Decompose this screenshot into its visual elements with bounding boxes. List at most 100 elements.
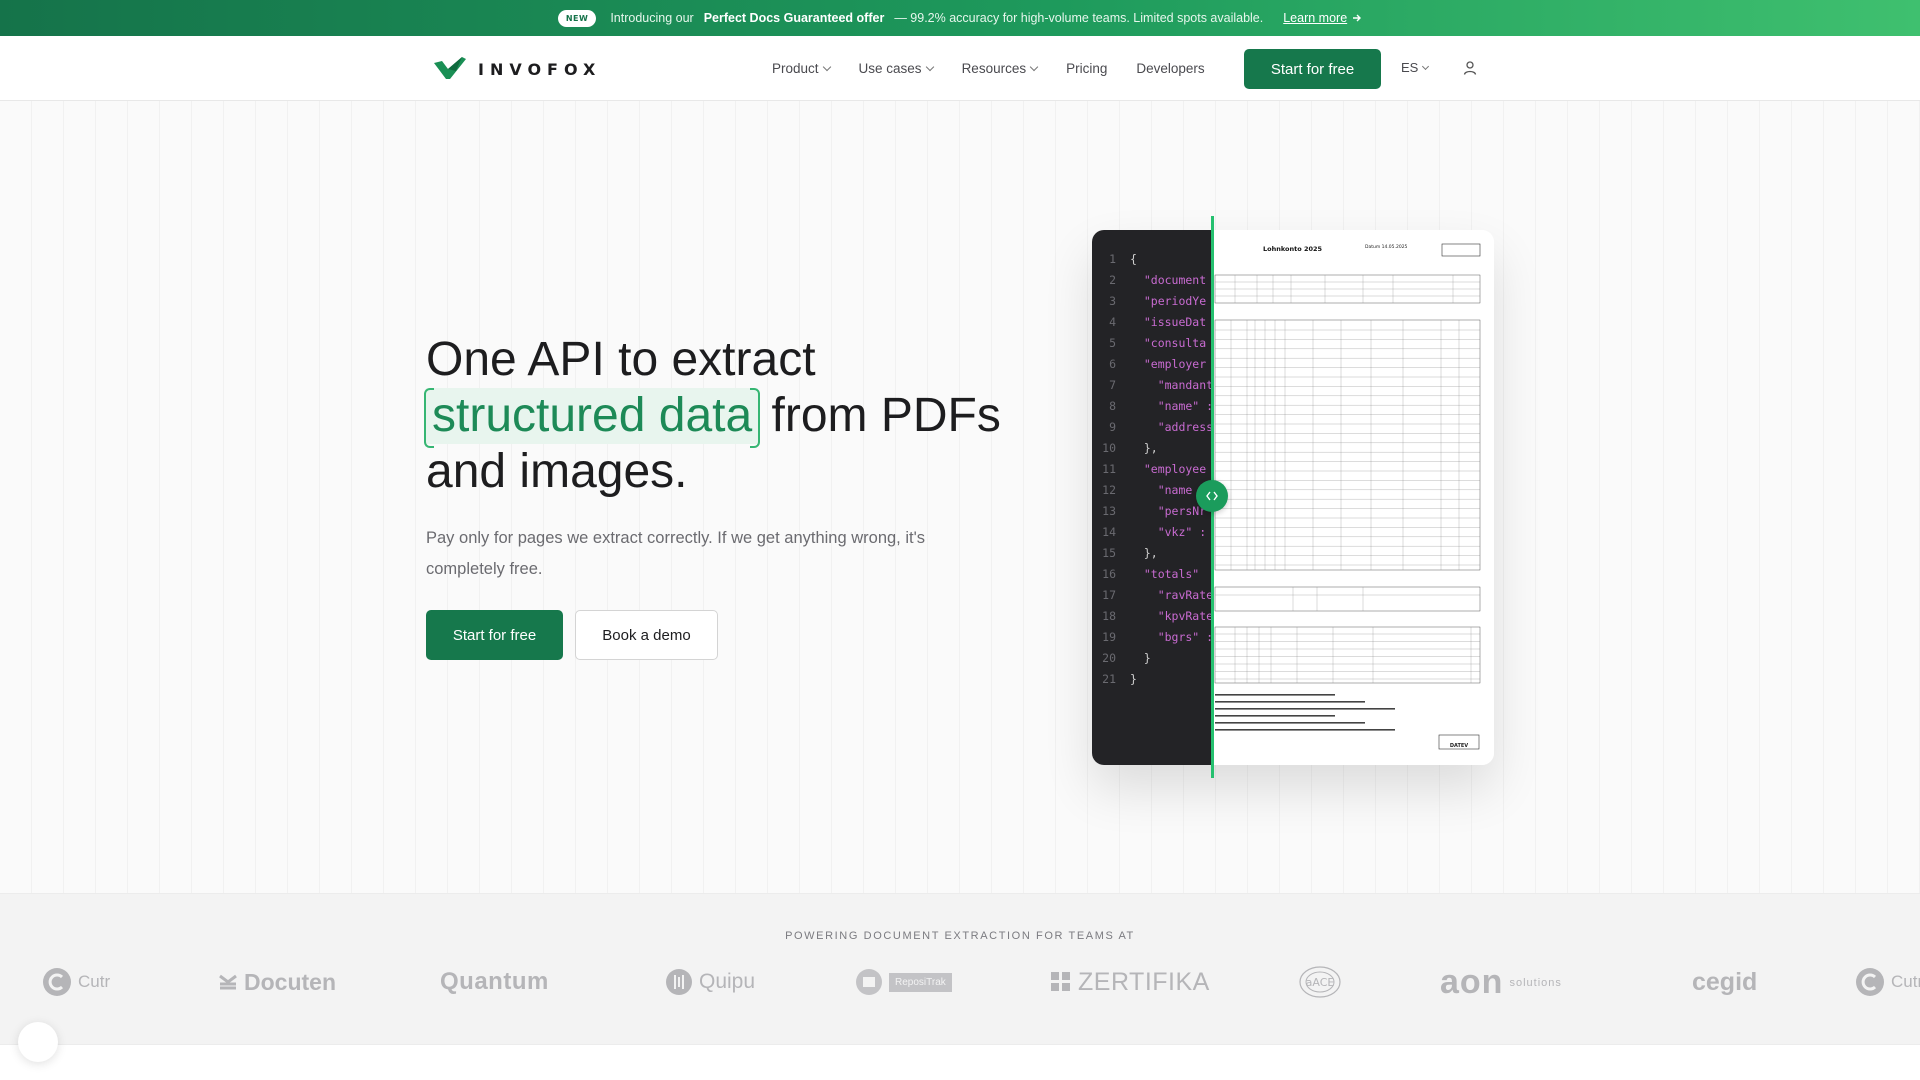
- code-text: "kpvRate: [1130, 609, 1213, 623]
- page-bottom: [0, 1045, 1920, 1080]
- line-number: 14: [1102, 525, 1116, 539]
- line-number: 13: [1102, 504, 1116, 518]
- code-text: "vkz" :: [1130, 525, 1207, 539]
- repositrak-logo-icon: [856, 969, 882, 995]
- code-text: {: [1130, 252, 1137, 266]
- code-line: 11 "employee: [1092, 462, 1206, 483]
- code-text: },: [1130, 441, 1158, 455]
- headline-line-2: structured data from PDFs: [423, 388, 1046, 448]
- headline-line-1: One API to extract: [426, 333, 816, 386]
- brand-logo[interactable]: INVOFOX: [434, 57, 601, 81]
- code-line: 9 "address: [1092, 420, 1213, 441]
- line-number: 6: [1109, 357, 1116, 371]
- book-demo-button[interactable]: Book a demo: [575, 610, 718, 660]
- chevron-down-icon: [925, 62, 934, 72]
- code-line: 8 "name" :: [1092, 399, 1213, 420]
- language-selector[interactable]: ES: [1401, 60, 1430, 75]
- code-text: "bgrs" :: [1130, 630, 1213, 644]
- line-number: 9: [1109, 420, 1116, 434]
- logo-docuten: Docuten: [218, 962, 336, 1002]
- logo-zertifika: ZERTIFIKA: [1050, 962, 1210, 1002]
- code-line: 18 "kpvRate: [1092, 609, 1213, 630]
- nav-item-resources[interactable]: Resources: [961, 61, 1039, 76]
- code-line: 15 },: [1092, 546, 1158, 567]
- line-number: 20: [1102, 651, 1116, 665]
- code-text: "document: [1130, 273, 1207, 287]
- code-text: }: [1130, 651, 1151, 665]
- arrow-right-icon: [1353, 14, 1362, 22]
- logo-quantum: Quantum: [440, 968, 549, 995]
- language-label: ES: [1401, 60, 1419, 75]
- code-line: 21}: [1092, 672, 1137, 693]
- nav-item-pricing[interactable]: Pricing: [1066, 61, 1107, 76]
- learn-more-label: Learn more: [1283, 11, 1348, 25]
- main-menu: Product Use cases Resources Pricing Deve…: [772, 36, 1234, 101]
- code-line: 5 "consulta: [1092, 336, 1206, 357]
- compare-slider-handle[interactable]: [1196, 480, 1228, 512]
- code-line: 4 "issueDat: [1092, 315, 1206, 336]
- aace-logo-text: aACE: [1306, 976, 1335, 989]
- nav-item-product[interactable]: Product: [772, 61, 831, 76]
- hero-subtext: Pay only for pages we extract correctly.…: [426, 529, 925, 578]
- doc-text-stroke: [1215, 708, 1395, 710]
- logo-repositrak: ReposiTrak: [855, 962, 952, 1002]
- code-line: 1{: [1092, 252, 1137, 273]
- code-line: 10 },: [1092, 441, 1158, 462]
- docuten-logo-icon: [219, 974, 237, 990]
- top-nav: INVOFOX Product Use cases Resources Pric…: [0, 36, 1920, 101]
- code-text: "employer: [1130, 357, 1207, 371]
- headline-line-2-rest: from PDFs: [771, 389, 1001, 442]
- line-number: 17: [1102, 588, 1116, 602]
- line-number: 21: [1102, 672, 1116, 686]
- doc-date: Datum 14.05.2025: [1365, 244, 1408, 250]
- code-text: "name: [1130, 483, 1193, 497]
- fox-logo-icon: [434, 57, 466, 79]
- doc-title: Lohnkonto 2025: [1263, 245, 1323, 253]
- chat-widget-button[interactable]: [18, 1022, 58, 1062]
- json-code-panel: 1{2 "document 3 "periodYe 4 "issueDat 5 "co…: [1092, 230, 1213, 765]
- line-number: 7: [1109, 378, 1116, 392]
- customer-logos-section: POWERING DOCUMENT EXTRACTION FOR TEAMS A…: [0, 893, 1920, 1045]
- nav-item-label: Resources: [961, 61, 1027, 76]
- doc-text-stroke: [1215, 722, 1365, 724]
- logo-quipu: Quipu: [665, 962, 755, 1002]
- nav-item-developers[interactable]: Developers: [1136, 61, 1204, 76]
- logo-cutr: Cutr: [42, 962, 110, 1002]
- code-line: 6 "employer: [1092, 357, 1206, 378]
- nav-item-use-cases[interactable]: Use cases: [858, 61, 934, 76]
- document-preview: Lohnkonto 2025 Datum 14.05.2025 DATEV: [1213, 230, 1494, 765]
- doc-text-stroke: [1215, 729, 1395, 731]
- cutr-logo-icon: [43, 968, 71, 996]
- line-number: 2: [1109, 273, 1116, 287]
- doc-footer: DATEV: [1450, 743, 1468, 749]
- chevron-down-icon: [1422, 62, 1430, 70]
- code-text: "name" :: [1130, 399, 1213, 413]
- quipu-logo-icon: [666, 969, 692, 995]
- code-text: "issueDat: [1130, 315, 1207, 329]
- code-text: }: [1130, 672, 1137, 686]
- doc-text-stroke: [1215, 715, 1335, 717]
- doc-text-stroke: [1215, 694, 1335, 696]
- nav-item-label: Product: [772, 61, 819, 76]
- nav-start-free-button[interactable]: Start for free: [1244, 49, 1381, 89]
- line-number: 8: [1109, 399, 1116, 413]
- code-line: 3 "periodYe: [1092, 294, 1206, 315]
- chevron-down-icon: [822, 62, 831, 72]
- code-text: "mandant: [1130, 378, 1213, 392]
- headline-line-3: and images.: [426, 445, 688, 498]
- code-line: 14 "vkz" :: [1092, 525, 1206, 546]
- user-icon[interactable]: [1462, 60, 1478, 76]
- code-line: 2 "document: [1092, 273, 1206, 294]
- announcement-highlight: Perfect Docs Guaranteed offer: [703, 11, 885, 25]
- headline-accent: structured data: [423, 388, 761, 448]
- new-badge: NEW: [557, 9, 597, 27]
- zertifika-logo-icon: [1051, 972, 1070, 991]
- extraction-illustration: 1{2 "document 3 "periodYe 4 "issueDat 5 "co…: [1092, 230, 1494, 765]
- code-text: "ravRate: [1130, 588, 1213, 602]
- learn-more-link[interactable]: Learn more: [1283, 11, 1362, 25]
- hero-start-free-button[interactable]: Start for free: [426, 610, 563, 660]
- nav-item-label: Use cases: [858, 61, 922, 76]
- line-number: 16: [1102, 567, 1116, 581]
- code-text: "employee: [1130, 462, 1207, 476]
- doc-text-stroke: [1215, 701, 1365, 703]
